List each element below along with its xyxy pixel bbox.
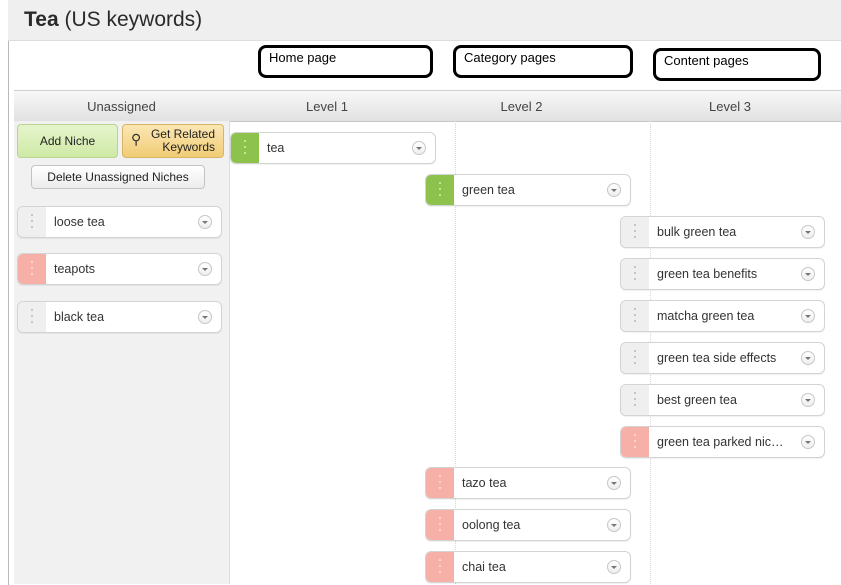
niche-card[interactable]: loose tea: [17, 206, 222, 238]
niche-card[interactable]: tazo tea: [425, 467, 631, 499]
annotation-home-page: Home page: [258, 45, 433, 78]
niche-label: green tea benefits: [657, 267, 758, 281]
drag-handle[interactable]: [621, 217, 649, 247]
chevron-down-icon[interactable]: [607, 183, 621, 197]
niche-card[interactable]: green tea parked nic…: [620, 426, 825, 458]
drag-handle[interactable]: [426, 468, 454, 498]
chevron-down-icon[interactable]: [198, 215, 212, 229]
niche-label: green tea side effects: [657, 351, 777, 365]
niche-card[interactable]: chai tea: [425, 551, 631, 583]
search-icon: ⚲: [131, 131, 142, 147]
drag-handle[interactable]: [18, 207, 46, 237]
niche-card[interactable]: teapots: [17, 253, 222, 285]
delete-unassigned-niches-button[interactable]: Delete Unassigned Niches: [31, 165, 205, 189]
niche-card[interactable]: green tea: [425, 174, 631, 206]
drag-handle[interactable]: [426, 552, 454, 582]
drag-handle[interactable]: [621, 427, 649, 457]
chevron-down-icon[interactable]: [801, 225, 815, 239]
annotation-category-pages: Category pages: [453, 45, 633, 78]
drag-handle[interactable]: [621, 301, 649, 331]
column-unassigned: Unassigned: [87, 99, 156, 114]
page-title: Tea (US keywords): [24, 8, 202, 32]
chevron-down-icon[interactable]: [801, 393, 815, 407]
niche-label: green tea: [462, 183, 515, 197]
add-niche-button[interactable]: Add Niche: [17, 124, 118, 158]
niche-card[interactable]: tea: [230, 132, 436, 164]
niche-card[interactable]: oolong tea: [425, 509, 631, 541]
niche-card[interactable]: bulk green tea: [620, 216, 825, 248]
unassigned-panel: [14, 121, 230, 584]
column-level-2: Level 2: [500, 99, 543, 114]
niche-label: tea: [267, 141, 285, 155]
chevron-down-icon[interactable]: [412, 141, 426, 155]
get-related-keywords-label: Get Related Keywords: [150, 127, 215, 154]
niche-card[interactable]: green tea side effects: [620, 342, 825, 374]
niche-label: black tea: [54, 310, 105, 324]
niche-card[interactable]: matcha green tea: [620, 300, 825, 332]
niche-label: teapots: [54, 262, 96, 276]
drag-handle[interactable]: [621, 259, 649, 289]
column-header-bar: Unassigned Level 1 Level 2 Level 3: [14, 90, 841, 122]
chevron-down-icon[interactable]: [607, 476, 621, 490]
title-bar: Tea (US keywords): [8, 0, 841, 41]
drag-handle[interactable]: [426, 175, 454, 205]
annotation-content-pages: Content pages: [653, 48, 821, 81]
niche-label: best green tea: [657, 393, 737, 407]
drag-handle[interactable]: [18, 254, 46, 284]
niche-label: green tea parked nic…: [657, 435, 784, 449]
niche-card[interactable]: best green tea: [620, 384, 825, 416]
chevron-down-icon[interactable]: [801, 351, 815, 365]
chevron-down-icon[interactable]: [607, 518, 621, 532]
niche-label: loose tea: [54, 215, 105, 229]
chevron-down-icon[interactable]: [801, 309, 815, 323]
chevron-down-icon[interactable]: [198, 262, 212, 276]
niche-card[interactable]: black tea: [17, 301, 222, 333]
chevron-down-icon[interactable]: [801, 435, 815, 449]
drag-handle[interactable]: [621, 343, 649, 373]
chevron-down-icon[interactable]: [198, 310, 212, 324]
niche-label: oolong tea: [462, 518, 521, 532]
niche-card[interactable]: green tea benefits: [620, 258, 825, 290]
drag-handle[interactable]: [18, 302, 46, 332]
niche-label: matcha green tea: [657, 309, 755, 323]
chevron-down-icon[interactable]: [801, 267, 815, 281]
drag-handle[interactable]: [231, 133, 259, 163]
niche-label: tazo tea: [462, 476, 507, 490]
niche-label: chai tea: [462, 560, 506, 574]
chevron-down-icon[interactable]: [607, 560, 621, 574]
title-keyword: Tea: [24, 8, 59, 31]
niche-label: bulk green tea: [657, 225, 737, 239]
drag-handle[interactable]: [621, 385, 649, 415]
title-market: (US keywords): [58, 8, 203, 31]
column-level-3: Level 3: [709, 99, 751, 114]
get-related-keywords-button[interactable]: ⚲ Get Related Keywords: [122, 124, 224, 158]
column-level-1: Level 1: [306, 99, 348, 114]
drag-handle[interactable]: [426, 510, 454, 540]
